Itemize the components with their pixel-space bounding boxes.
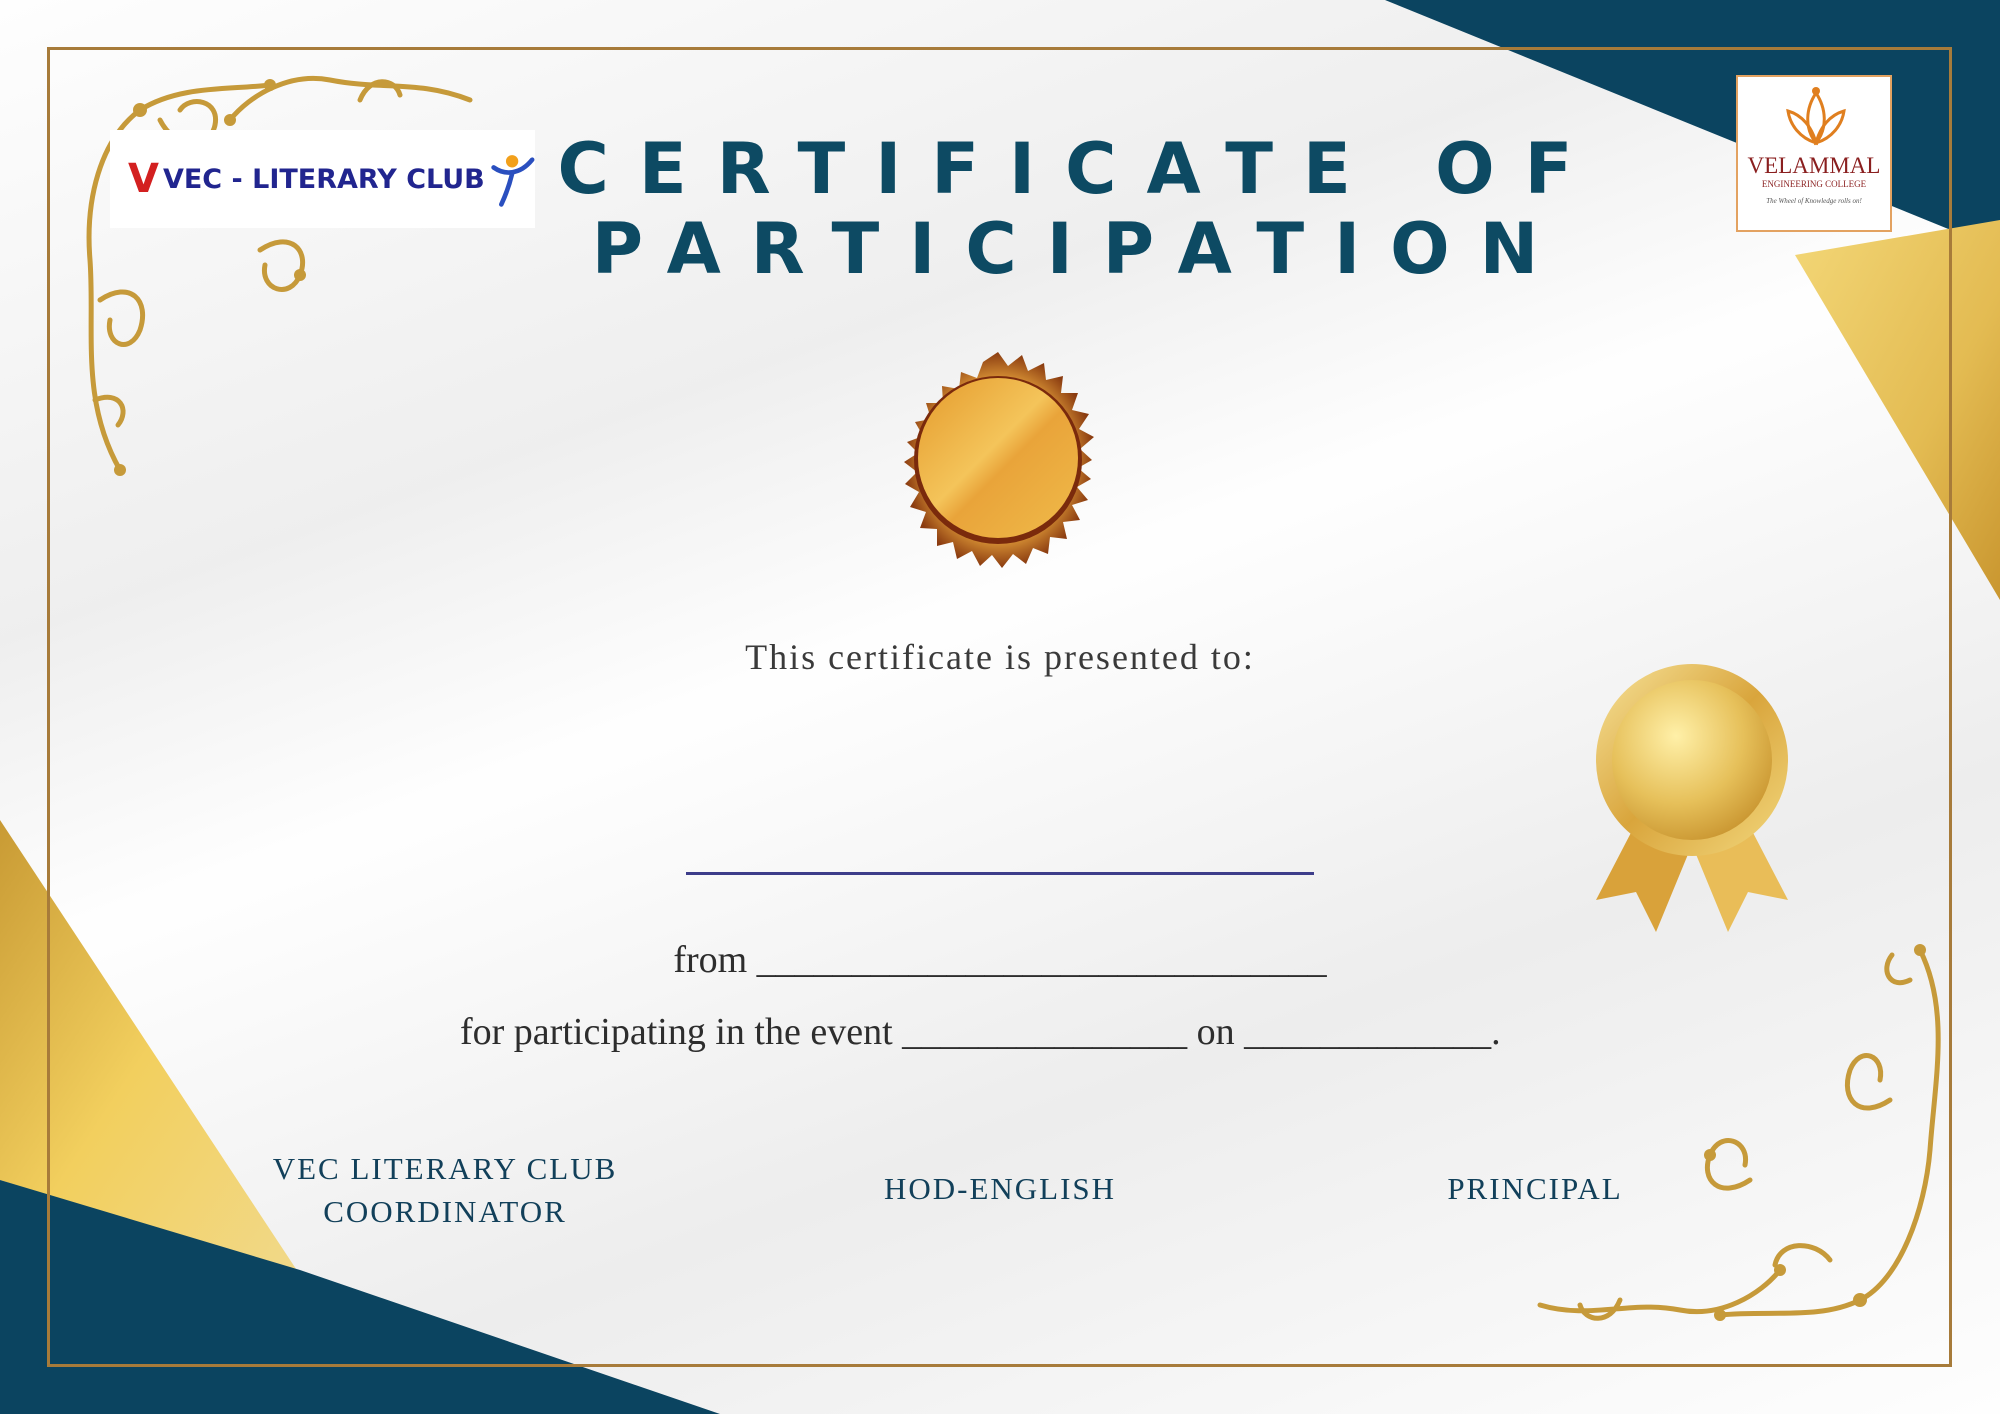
certificate-page: V VEC - LITERARY CLUB VELAMMAL ENGINEERI…: [0, 0, 2000, 1414]
lotus-icon: [1786, 87, 1846, 146]
signatory-coordinator: VEC LITERARY CLUB COORDINATOR: [240, 1147, 650, 1233]
college-name: VELAMMAL: [1747, 153, 1881, 178]
person-figure-icon: [491, 155, 535, 207]
certificate-title-line2: PARTICIPATION: [591, 208, 1569, 290]
college-subtitle: ENGINEERING COLLEGE: [1761, 179, 1867, 189]
club-logo: V VEC - LITERARY CLUB: [110, 130, 535, 228]
signatory-principal: PRINCIPAL: [1447, 1171, 1623, 1206]
club-logo-text: VEC - LITERARY CLUB: [162, 163, 485, 195]
coordinator-line2: COORDINATOR: [323, 1194, 567, 1229]
college-tagline: The Wheel of Knowledge rolls on!: [1766, 197, 1862, 205]
recipient-name-line: [686, 872, 1314, 875]
event-line: for participating in the event _________…: [460, 1011, 1501, 1053]
presented-to-text: This certificate is presented to:: [745, 637, 1255, 677]
coordinator-line1: VEC LITERARY CLUB: [272, 1151, 618, 1186]
club-logo-mark: V: [128, 156, 159, 202]
certificate-title-line1: CERTIFICATE OF: [557, 128, 1603, 210]
signatory-hod: HOD-ENGLISH: [883, 1171, 1117, 1206]
gold-seal-icon: [904, 352, 1094, 568]
college-logo: VELAMMAL ENGINEERING COLLEGE The Wheel o…: [1736, 75, 1892, 232]
medal-ribbon-icon: [1596, 664, 1788, 932]
from-line: from ______________________________: [673, 939, 1327, 981]
